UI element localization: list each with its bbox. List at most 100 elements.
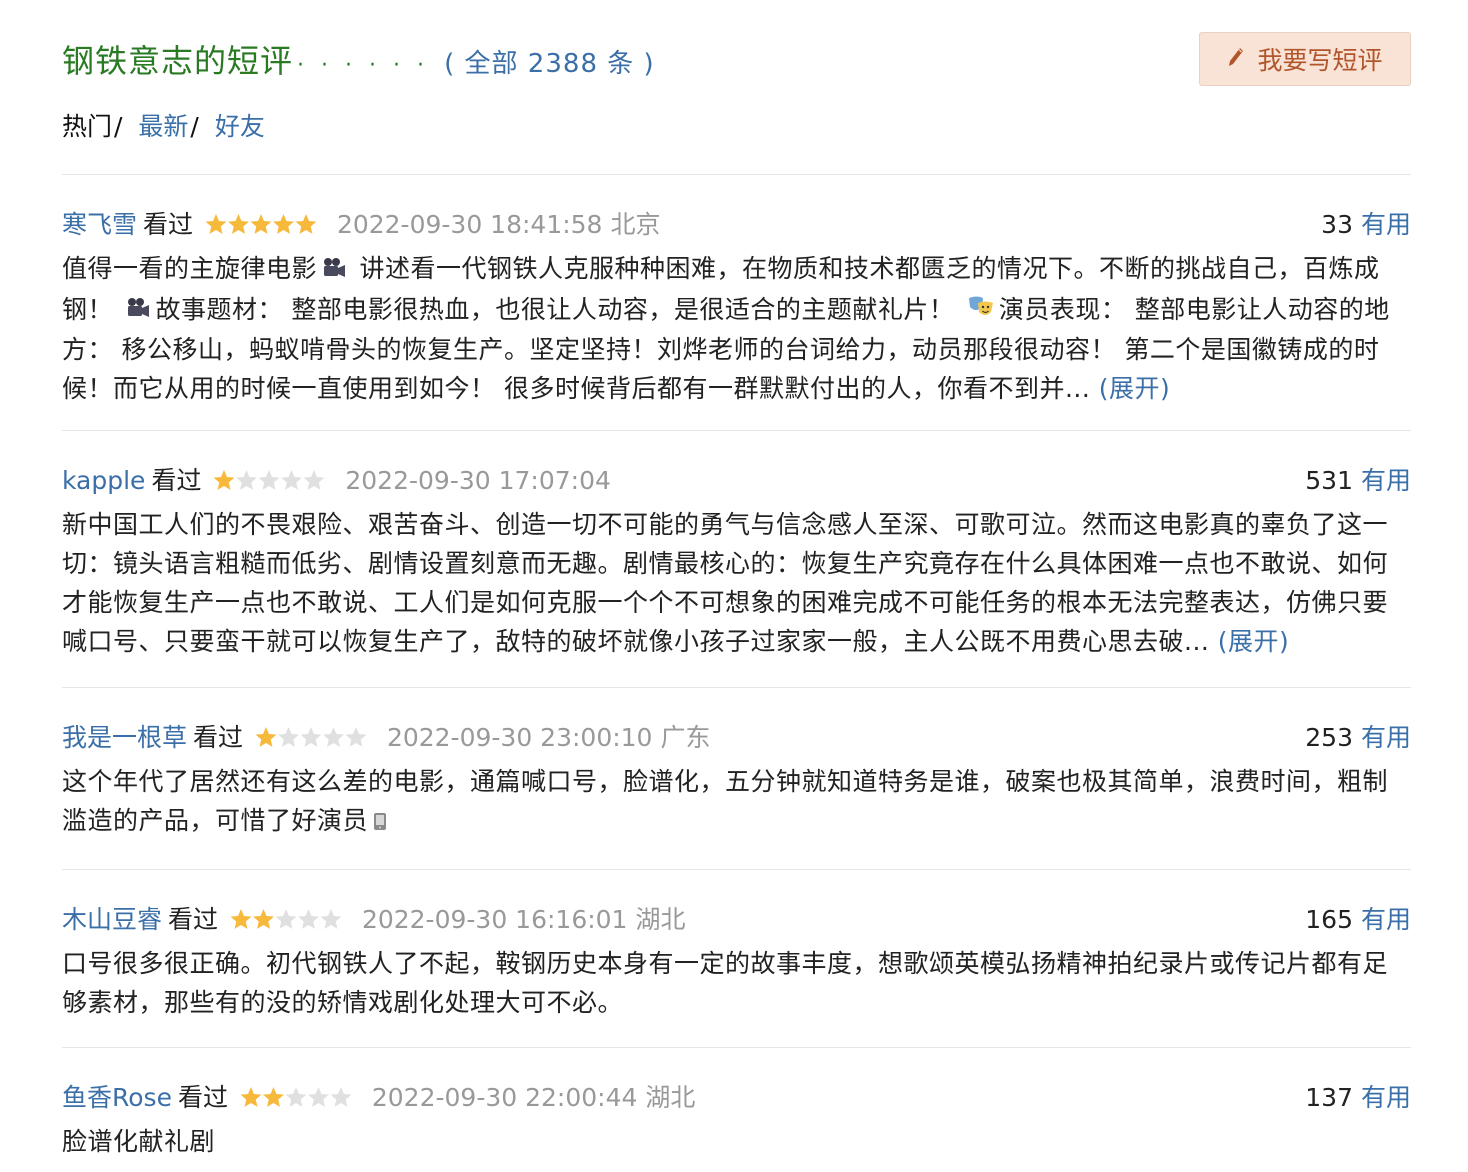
comment-text: 值得一看的主旋律电影 讲述看一代钢铁人克服种种困难，在物质和技术都匮乏的情况下。…	[62, 249, 1411, 408]
star-empty-icon	[303, 470, 325, 490]
tab-friends[interactable]: 好友	[215, 112, 265, 141]
comment-text: 这个年代了居然还有这么差的电影，通篇喊口号，脸谱化，五分钟就知道特务是谁，破案也…	[62, 762, 1411, 842]
star-filled-icon	[213, 470, 235, 490]
star-empty-icon	[300, 727, 322, 747]
comment-time: 2022-09-30 23:00:10	[386, 723, 653, 752]
vote-count: 137	[1305, 1083, 1353, 1112]
comment-text-body: 口号很多很正确。初代钢铁人了不起，鞍钢历史本身有一定的故事丰度，想歌颂英模弘扬精…	[62, 949, 1389, 1017]
total-label: 全部 2388 条	[464, 49, 635, 79]
divider	[62, 1047, 1411, 1048]
watch-status: 看过	[143, 210, 194, 239]
watch-status: 看过	[168, 905, 219, 934]
theater-masks-icon	[967, 291, 995, 330]
vote-count: 253	[1305, 723, 1353, 752]
star-empty-icon	[281, 470, 303, 490]
comment-meta: 我是一根草 看过 2022-09-30 23:00:10 广东 253 有用	[62, 720, 1411, 756]
comment-text: 新中国工人们的不畏艰险、艰苦奋斗、创造一切不可能的勇气与信念感人至深、可歌可泣。…	[62, 505, 1411, 661]
star-filled-icon	[228, 214, 249, 234]
star-filled-icon	[253, 909, 274, 929]
sort-tabs: 热门/ 最新/ 好友	[62, 107, 265, 143]
watch-status: 看过	[151, 466, 202, 495]
movie-camera-icon	[125, 291, 151, 330]
comment-text-body: 这个年代了居然还有这么差的电影，通篇喊口号，脸谱化，五分钟就知道特务是谁，破案也…	[62, 767, 1389, 835]
divider	[62, 174, 1411, 175]
comment-text: 口号很多很正确。初代钢铁人了不起，鞍钢历史本身有一定的故事丰度，想歌颂英模弘扬精…	[62, 944, 1411, 1022]
rating-stars	[240, 1086, 352, 1108]
vote-count: 165	[1305, 905, 1353, 934]
tab-latest[interactable]: 最新	[138, 112, 188, 141]
movie-camera-icon	[321, 251, 347, 290]
star-empty-icon	[320, 909, 342, 929]
star-filled-icon	[205, 214, 227, 234]
phone-icon	[372, 803, 388, 842]
comment-text-part: 值得一看的主旋律电影	[62, 254, 318, 283]
comment-text-body: 脸谱化献礼剧	[62, 1127, 216, 1156]
watch-status: 看过	[177, 1083, 228, 1112]
tab-separator: /	[190, 112, 199, 141]
star-filled-icon	[295, 214, 317, 234]
comment-location: 广东	[660, 723, 711, 752]
star-filled-icon	[240, 1087, 262, 1107]
useful-button[interactable]: 有用	[1361, 723, 1411, 752]
star-empty-icon	[298, 909, 319, 929]
star-empty-icon	[323, 727, 344, 747]
star-filled-icon	[255, 727, 277, 747]
star-filled-icon	[273, 214, 294, 234]
divider	[62, 687, 1411, 688]
star-filled-icon	[250, 214, 272, 234]
useful-button[interactable]: 有用	[1361, 210, 1411, 239]
all-comments-link[interactable]: ( 全部 2388 条 )	[444, 49, 655, 79]
stars-svg	[240, 1087, 352, 1107]
rating-stars	[205, 213, 317, 235]
comment-text: 脸谱化献礼剧	[62, 1122, 1411, 1161]
divider	[62, 430, 1411, 431]
total-close: )	[643, 49, 655, 79]
comment-author[interactable]: 木山豆睿	[62, 905, 162, 934]
expand-link[interactable]: (展开)	[1099, 374, 1171, 403]
comment-item: 我是一根草 看过 2022-09-30 23:00:10 广东 253 有用 这个年代…	[62, 720, 1411, 842]
comment-author[interactable]: kapple	[62, 466, 145, 495]
title-dots: · · · · · ·	[297, 53, 429, 78]
vote-area: 33 有用	[1321, 207, 1411, 243]
useful-button[interactable]: 有用	[1361, 905, 1411, 934]
divider	[62, 869, 1411, 870]
section-title: 钢铁意志的短评 · · · · · · ( 全部 2388 条 )	[62, 36, 655, 82]
title-text: 钢铁意志的短评	[62, 42, 294, 80]
comment-item: 鱼香Rose 看过 2022-09-30 22:00:44 湖北 137 有用 脸谱化…	[62, 1080, 1411, 1161]
comment-location: 湖北	[645, 1083, 696, 1112]
stars-svg	[230, 909, 342, 929]
comment-author[interactable]: 寒飞雪	[62, 210, 137, 239]
stars-svg	[205, 214, 317, 234]
vote-area: 137 有用	[1305, 1080, 1411, 1116]
total-open: (	[444, 49, 456, 79]
useful-button[interactable]: 有用	[1361, 1083, 1411, 1112]
rating-stars	[230, 908, 342, 930]
comment-location: 北京	[610, 210, 661, 239]
comment-time: 2022-09-30 16:16:01	[361, 905, 628, 934]
comment-meta: 鱼香Rose 看过 2022-09-30 22:00:44 湖北 137 有用	[62, 1080, 1411, 1116]
star-empty-icon	[236, 470, 258, 490]
star-empty-icon	[285, 1087, 307, 1107]
tab-hot[interactable]: 热门	[62, 112, 112, 141]
stars-svg	[213, 470, 325, 490]
star-empty-icon	[307, 1087, 329, 1107]
star-empty-icon	[345, 727, 367, 747]
star-empty-icon	[275, 909, 297, 929]
write-comment-label: 我要写短评	[1257, 46, 1383, 75]
star-filled-icon	[262, 1087, 284, 1107]
comment-text-part: 故事题材： 整部电影很热血，也很让人动容，是很适合的主题献礼片！	[155, 294, 963, 324]
vote-area: 253 有用	[1305, 720, 1411, 756]
star-empty-icon	[278, 727, 299, 747]
comment-location: 湖北	[635, 905, 686, 934]
comment-item: 寒飞雪 看过 2022-09-30 18:41:58 北京 33 有用 值得一看的主旋…	[62, 207, 1411, 408]
comment-time: 2022-09-30 22:00:44	[371, 1083, 638, 1112]
useful-button[interactable]: 有用	[1361, 466, 1411, 495]
expand-link[interactable]: (展开)	[1218, 627, 1290, 656]
comment-item: kapple 看过 2022-09-30 17:07:04 531 有用 新中国工人…	[62, 463, 1411, 661]
star-empty-icon	[258, 470, 280, 490]
comment-text-body: 新中国工人们的不畏艰险、艰苦奋斗、创造一切不可能的勇气与信念感人至深、可歌可泣。…	[62, 510, 1389, 656]
write-comment-button[interactable]: 我要写短评	[1199, 32, 1411, 86]
comment-author[interactable]: 鱼香Rose	[62, 1083, 172, 1112]
comment-author[interactable]: 我是一根草	[62, 723, 187, 752]
pencil-icon	[1227, 45, 1245, 74]
